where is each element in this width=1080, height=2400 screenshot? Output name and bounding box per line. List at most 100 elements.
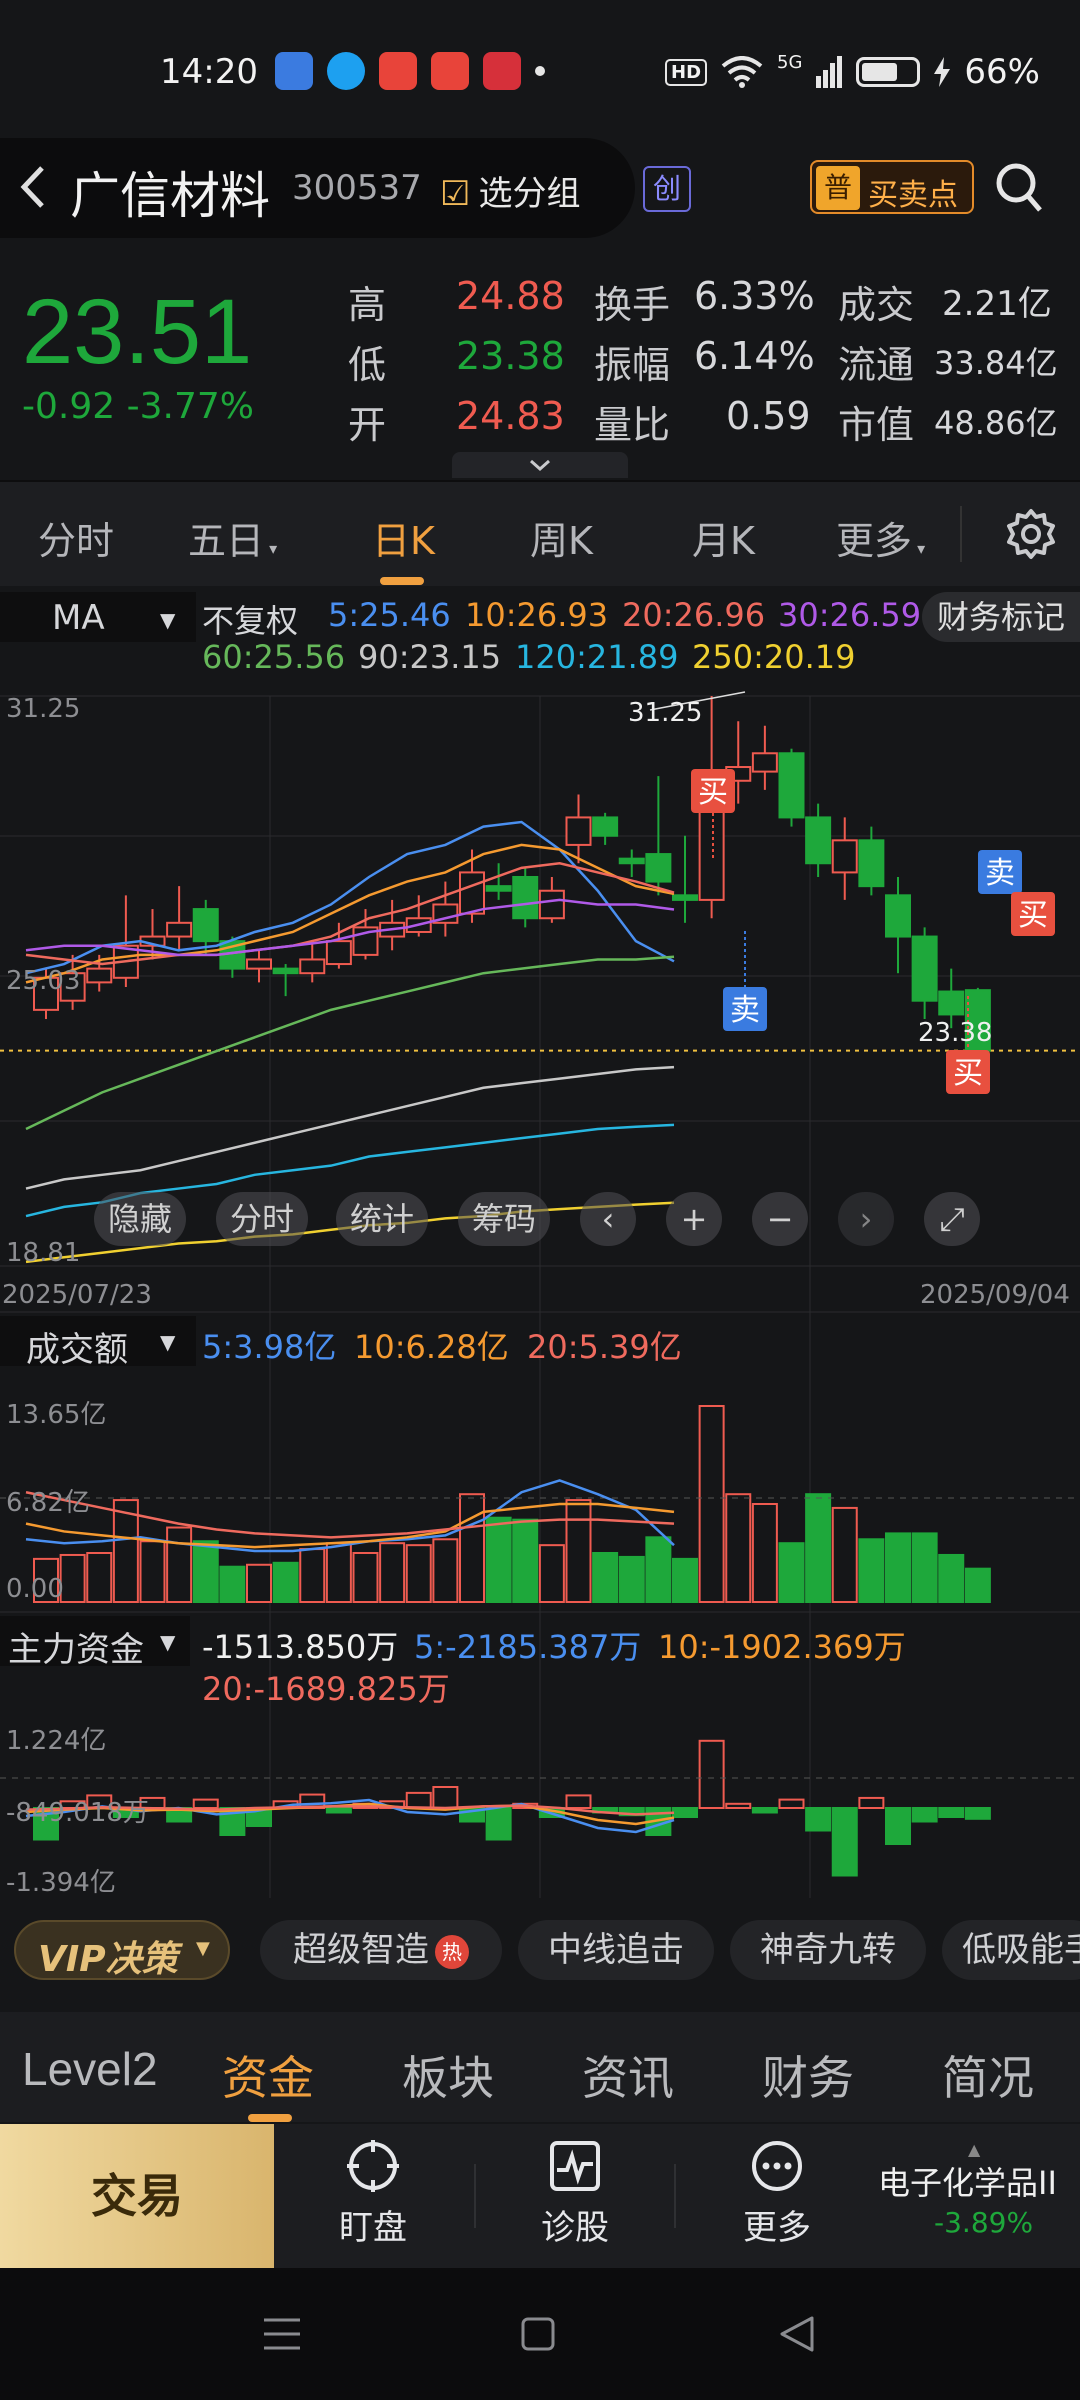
status-right: HD 5G 66% xyxy=(665,52,1040,92)
capital-bar xyxy=(725,1802,752,1810)
stat-label: 高 xyxy=(348,283,387,327)
capital-bar xyxy=(885,1807,911,1845)
candle xyxy=(565,816,592,846)
chip-super-manufacturing[interactable]: 超级智造热 xyxy=(260,1920,502,1980)
candle xyxy=(831,839,858,874)
search-icon[interactable] xyxy=(995,162,1043,214)
signal-icon: 5G xyxy=(777,51,803,73)
menu-icon[interactable] xyxy=(262,2316,302,2352)
capital-bar xyxy=(911,1807,938,1823)
period-tabs: 分时 五日 ▾ 日K 周K 月K 更多 ▾ xyxy=(0,480,1080,586)
sell-signal-marker-label: 卖 xyxy=(985,856,1015,891)
gear-icon[interactable] xyxy=(1005,508,1057,560)
volume-bar xyxy=(858,1538,885,1604)
capital-indicator-select[interactable]: 主力资金 ▼ xyxy=(0,1616,190,1670)
tab-sectors[interactable]: 板块 xyxy=(402,2042,494,2108)
low-price-label: 23.38 xyxy=(918,1018,993,1048)
trade-button[interactable]: 交易 xyxy=(0,2124,274,2268)
chip-mid-term[interactable]: 中线追击 xyxy=(518,1920,714,1980)
sell-signal-marker-label: 卖 xyxy=(730,993,760,1028)
wifi-icon xyxy=(721,56,763,88)
tab-funds[interactable]: 资金 xyxy=(222,2042,314,2108)
volume-indicator-select[interactable]: 成交额 ▼ xyxy=(0,1316,196,1370)
stat-label: 低 xyxy=(348,343,387,387)
volume-axis-top: 13.65亿 xyxy=(6,1400,107,1430)
sector-name: 电子化学品II xyxy=(878,2164,1057,2202)
app-icon xyxy=(379,52,417,90)
chips-button[interactable]: 筹码 xyxy=(458,1192,550,1246)
fullscreen-icon[interactable]: ⤢ xyxy=(924,1192,980,1246)
stat-value: 48.86亿 xyxy=(934,404,1058,442)
sector-quote[interactable]: ▲ 电子化学品II -3.89% xyxy=(876,2140,1080,2254)
active-tab-underline xyxy=(380,577,424,585)
candle xyxy=(911,935,938,1002)
capital-bar xyxy=(432,1786,459,1809)
candle xyxy=(459,871,485,915)
volume-bar xyxy=(592,1552,619,1603)
tab-level2[interactable]: Level2 xyxy=(22,2042,158,2096)
kline-chart-area[interactable]: 买卖卖买买 MA ▼ 不复权 5:25.46 10:26.93 20:26.96 … xyxy=(0,586,1080,1898)
tab-profile[interactable]: 简况 xyxy=(942,2042,1034,2108)
tab-five-day[interactable]: 五日 ▾ xyxy=(188,510,277,565)
tab-monthly-k[interactable]: 月K xyxy=(692,510,755,565)
ma5-value: 5:25.46 xyxy=(328,596,451,634)
stat-value: 0.59 xyxy=(726,394,811,438)
hide-button[interactable]: 隐藏 xyxy=(94,1192,186,1246)
volume-bar xyxy=(59,1553,86,1604)
divider xyxy=(474,2164,476,2228)
stat-value: 24.88 xyxy=(456,274,565,318)
financial-marker-button[interactable]: 财务标记 xyxy=(922,592,1080,642)
more-button[interactable]: 更多 xyxy=(712,2138,842,2258)
buy-sell-points-button[interactable]: 普 买卖点 xyxy=(810,160,974,214)
volume-bar xyxy=(166,1526,193,1604)
back-nav-icon[interactable] xyxy=(778,2314,816,2354)
volume-ma10: 10:6.28亿 xyxy=(354,1328,509,1366)
back-icon[interactable] xyxy=(18,164,48,221)
zoom-in-icon[interactable]: + xyxy=(666,1192,722,1246)
caret-down-icon: ▼ xyxy=(160,1330,176,1354)
tab-daily-k[interactable]: 日K xyxy=(372,510,435,565)
more-icon xyxy=(752,2141,802,2191)
price-change: -0.92 -3.77% xyxy=(22,386,254,427)
status-time: 14:20 xyxy=(160,52,258,92)
chevron-right-icon[interactable]: › xyxy=(838,1192,894,1246)
tab-more[interactable]: 更多 ▾ xyxy=(836,510,925,565)
tab-intraday[interactable]: 分时 xyxy=(38,510,114,565)
capital-ma5: 5:-2185.387万 xyxy=(414,1628,642,1666)
capital-bar xyxy=(192,1798,219,1809)
diagnose-button[interactable]: 诊股 xyxy=(510,2138,640,2258)
capital-ma10: 10:-1902.369万 xyxy=(658,1628,906,1666)
capital-ma20: 20:-1689.825万 xyxy=(202,1670,450,1708)
chevron-left-icon[interactable]: ‹ xyxy=(580,1192,636,1246)
candle xyxy=(672,894,698,901)
buy-signal-marker-label: 买 xyxy=(1018,898,1048,933)
select-group-label: 选分组 xyxy=(478,174,581,214)
ma250-value: 250:20.19 xyxy=(692,638,856,676)
zoom-out-icon[interactable]: − xyxy=(752,1192,808,1246)
vip-decision-button[interactable]: VIP决策 ▼ xyxy=(14,1920,230,1980)
ma60-line xyxy=(25,955,675,1131)
tab-financials[interactable]: 财务 xyxy=(762,2042,854,2108)
chip-magic-nine[interactable]: 神奇九转 xyxy=(730,1920,926,1980)
indicator-select[interactable]: MA ▼ xyxy=(0,592,196,642)
battery-percent: 66% xyxy=(964,52,1040,92)
volume-bar xyxy=(86,1552,113,1603)
candle xyxy=(192,908,219,943)
chip-low-buy[interactable]: 低吸能手 xyxy=(942,1920,1080,1980)
intraday-button[interactable]: 分时 xyxy=(216,1192,308,1246)
stats-button[interactable]: 统计 xyxy=(336,1192,428,1246)
charging-icon xyxy=(934,57,951,87)
expand-quote-handle[interactable] xyxy=(452,452,628,478)
select-group-button[interactable]: ☑ 选分组 xyxy=(440,166,580,215)
hot-badge: 热 xyxy=(435,1934,469,1969)
stat-value: 6.33% xyxy=(694,274,815,318)
volume-axis-mid: 6.82亿 xyxy=(6,1488,90,1518)
volume-bar xyxy=(219,1565,246,1603)
adjust-type[interactable]: 不复权 xyxy=(202,596,298,642)
home-icon[interactable] xyxy=(520,2316,556,2352)
tab-news[interactable]: 资讯 xyxy=(582,2042,674,2108)
tab-weekly-k[interactable]: 周K xyxy=(530,510,593,565)
capital-axis-mid: -849.018万 xyxy=(6,1798,149,1828)
volume-bar xyxy=(565,1499,592,1604)
watch-button[interactable]: 盯盘 xyxy=(308,2138,438,2258)
